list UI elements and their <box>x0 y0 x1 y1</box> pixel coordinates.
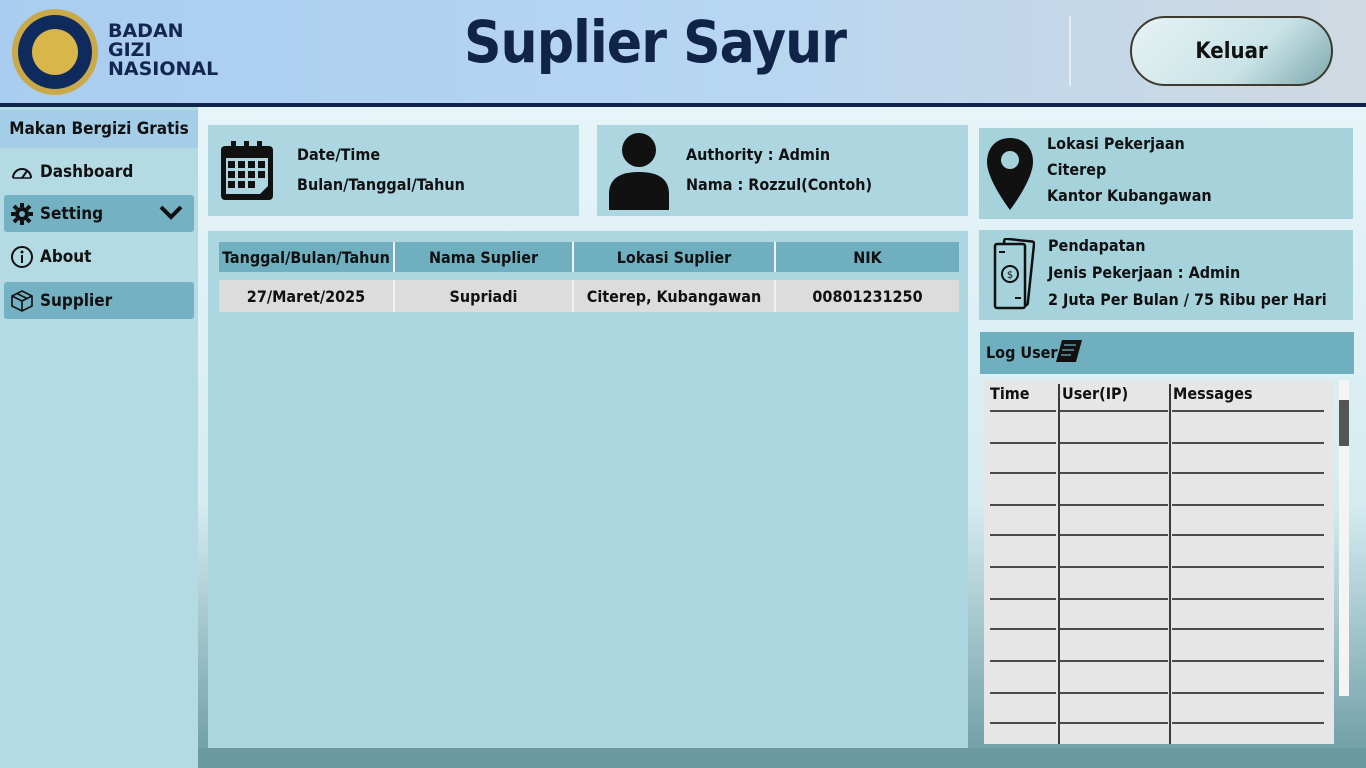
log-row-line <box>1172 628 1324 630</box>
sidebar-item-setting[interactable]: Setting <box>4 195 194 232</box>
cell-date: 27/Maret/2025 <box>219 280 395 312</box>
gear-icon <box>10 202 34 226</box>
location-line-1: Citerep <box>1047 160 1107 179</box>
log-column-user: User(IP) <box>1062 384 1129 403</box>
brand-text: BADAN GIZI NASIONAL <box>108 22 218 79</box>
log-row-line <box>1172 692 1324 694</box>
log-row-line <box>990 534 1056 536</box>
brand-line-3: NASIONAL <box>108 58 219 80</box>
location-title: Lokasi Pekerjaan <box>1047 134 1185 153</box>
sidebar-item-label: Dashboard <box>40 161 134 182</box>
income-card: $ Pendapatan Jenis Pekerjaan : Admin 2 J… <box>979 230 1353 320</box>
log-row-line <box>990 722 1056 724</box>
log-row-line <box>1060 660 1168 662</box>
user-card: Authority : Admin Nama : Rozzul(Contoh) <box>597 125 968 216</box>
log-scrollbar-thumb[interactable] <box>1339 400 1349 446</box>
column-header-date[interactable]: Tanggal/Bulan/Tahun <box>219 242 395 272</box>
log-row-line <box>1172 410 1324 412</box>
authority-text: Authority : Admin <box>686 145 831 164</box>
gauge-icon <box>10 160 34 184</box>
log-row-line <box>1172 660 1324 662</box>
log-row-line <box>1172 566 1324 568</box>
cell-nik: 00801231250 <box>812 286 923 306</box>
log-column-divider <box>1169 384 1171 744</box>
log-row-line <box>1172 442 1324 444</box>
log-column-time: Time <box>990 384 1030 403</box>
location-pin-icon <box>985 136 1035 217</box>
chevron-down-icon[interactable] <box>158 203 184 226</box>
location-card: Lokasi Pekerjaan Citerep Kantor Kubangaw… <box>979 128 1353 219</box>
log-row-line <box>1172 534 1324 536</box>
income-job-type: Jenis Pekerjaan : Admin <box>1048 263 1241 282</box>
log-row-line <box>1060 472 1168 474</box>
datetime-card: Date/Time Bulan/Tanggal/Tahun <box>208 125 579 216</box>
sidebar-heading: Makan Bergizi Gratis <box>0 110 198 148</box>
log-row-line <box>990 472 1056 474</box>
log-row-line <box>1172 472 1324 474</box>
column-header-nik[interactable]: NIK <box>776 242 959 272</box>
sidebar-item-dashboard[interactable]: Dashboard <box>4 153 194 190</box>
log-table: Time User(IP) Messages <box>984 380 1334 744</box>
log-row-line <box>990 442 1056 444</box>
sidebar-item-label: Setting <box>40 203 104 224</box>
page-title: Suplier Sayur <box>463 8 847 76</box>
datetime-label: Date/Time <box>297 145 381 164</box>
log-row-line <box>1060 692 1168 694</box>
location-line-2: Kantor Kubangawan <box>1047 186 1212 205</box>
log-column-messages: Messages <box>1173 384 1253 403</box>
money-icon: $ <box>991 237 1036 315</box>
sidebar-item-about[interactable]: About <box>4 238 194 275</box>
info-icon <box>10 245 34 269</box>
log-row-line <box>1060 628 1168 630</box>
log-row-line <box>1172 598 1324 600</box>
column-header-location[interactable]: Lokasi Suplier <box>574 242 776 272</box>
user-name-text: Nama : Rozzul(Contoh) <box>686 175 873 194</box>
cell-name: Supriadi <box>395 280 574 312</box>
log-column-divider <box>1058 384 1060 744</box>
scroll-paper-icon <box>1056 337 1084 370</box>
log-row-line <box>990 692 1056 694</box>
bottom-strip <box>198 748 1366 768</box>
cell-location: Citerep, Kubangawan <box>574 280 776 312</box>
log-row-line <box>990 628 1056 630</box>
sidebar: Makan Bergizi Gratis Dashboard Setting A… <box>0 107 198 768</box>
log-row-line <box>1060 566 1168 568</box>
log-row-line <box>1172 722 1324 724</box>
badan-gizi-logo <box>12 9 98 95</box>
log-row-line <box>990 660 1056 662</box>
table-row[interactable]: 27/Maret/2025 Supriadi Citerep, Kubangaw… <box>219 280 959 312</box>
sidebar-item-label: About <box>40 246 92 267</box>
log-row-line <box>1060 410 1168 412</box>
supplier-table-header: Tanggal/Bulan/Tahun Nama Suplier Lokasi … <box>219 242 959 272</box>
datetime-value: Bulan/Tanggal/Tahun <box>297 175 465 194</box>
log-row-line <box>1060 598 1168 600</box>
calendar-icon <box>219 140 275 207</box>
log-row-line <box>990 410 1056 412</box>
log-title: Log User <box>986 343 1058 362</box>
income-title: Pendapatan <box>1048 236 1146 255</box>
sidebar-item-label: Supplier <box>40 290 113 311</box>
log-row-line <box>1060 534 1168 536</box>
logout-button[interactable]: Keluar <box>1130 16 1333 86</box>
box-icon <box>10 289 34 313</box>
log-row-line <box>1172 504 1324 506</box>
log-row-line <box>990 504 1056 506</box>
log-row-line <box>1060 442 1168 444</box>
log-row-line <box>1060 722 1168 724</box>
log-row-line <box>1060 504 1168 506</box>
app-header: BADAN GIZI NASIONAL Suplier Sayur Keluar <box>0 0 1366 103</box>
header-divider <box>1069 16 1071 86</box>
log-user-header: Log User <box>980 332 1354 374</box>
svg-text:$: $ <box>1007 270 1013 281</box>
income-salary: 2 Juta Per Bulan / 75 Ribu per Hari <box>1048 290 1327 309</box>
log-row-line <box>990 598 1056 600</box>
user-icon <box>608 132 670 215</box>
log-row-line <box>990 566 1056 568</box>
sidebar-item-supplier[interactable]: Supplier <box>4 282 194 319</box>
column-header-name[interactable]: Nama Suplier <box>395 242 574 272</box>
